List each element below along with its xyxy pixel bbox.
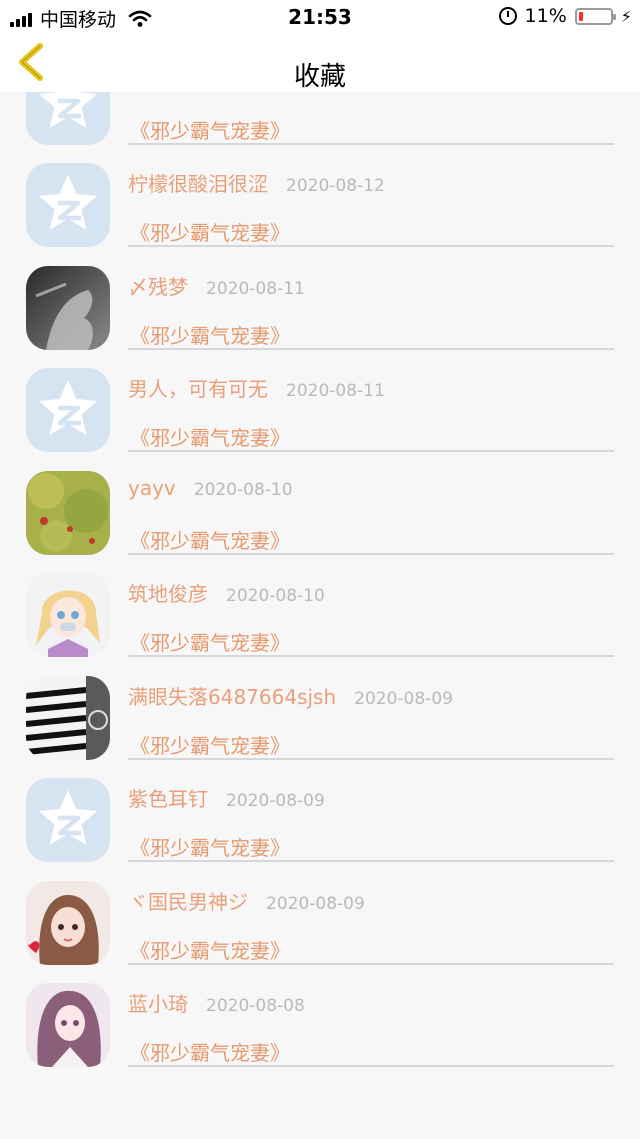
user-name[interactable]: 紫色耳钉 2020-08-09 bbox=[128, 783, 325, 812]
favorite-date: 2020-08-12 bbox=[286, 176, 385, 196]
avatar[interactable] bbox=[26, 368, 110, 452]
user-name[interactable]: 柠檬很酸泪很涩 2020-08-12 bbox=[128, 168, 385, 197]
row-divider bbox=[128, 860, 614, 862]
favorite-date: 2020-08-09 bbox=[354, 688, 453, 709]
list-item[interactable]: 柠檬很酸泪很涩 2020-08-12 《邪少霸气宠妻》 bbox=[0, 163, 640, 265]
list-item[interactable]: ヾ国民男神ジ 2020-08-09 《邪少霸气宠妻》 bbox=[0, 880, 640, 983]
favorite-date: 2020-08-10 bbox=[226, 586, 325, 606]
book-title-link[interactable]: 《邪少霸气宠妻》 bbox=[130, 115, 290, 144]
battery-icon bbox=[574, 7, 616, 25]
book-title-link[interactable]: 《邪少霸气宠妻》 bbox=[130, 217, 290, 246]
list-item[interactable]: 〆残梦 2020-08-11 《邪少霸气宠妻》 bbox=[0, 265, 640, 368]
book-title-link[interactable]: 《邪少霸气宠妻》 bbox=[130, 832, 290, 861]
favorite-date: 2020-08-11 bbox=[286, 381, 385, 401]
favorite-date: 2020-08-09 bbox=[266, 893, 365, 914]
list-item[interactable]: 满眼失落6487664sjsh 2020-08-09 《邪少霸气宠妻》 bbox=[0, 675, 640, 778]
list-item[interactable]: yayv 2020-08-10 《邪少霸气宠妻》 bbox=[0, 470, 640, 573]
list-item[interactable]: 蓝小琦 2020-08-08 《邪少霸气宠妻》 bbox=[0, 983, 640, 1085]
row-divider bbox=[128, 1065, 614, 1067]
avatar[interactable] bbox=[26, 573, 110, 657]
avatar[interactable] bbox=[26, 983, 110, 1067]
status-bar: 中国移动 21:53 11% ⚡ bbox=[0, 0, 640, 36]
row-divider bbox=[128, 142, 614, 145]
user-name[interactable]: 男人，可有可无 2020-08-11 bbox=[128, 373, 385, 402]
favorite-date: 2020-08-08 bbox=[206, 996, 305, 1016]
row-divider bbox=[128, 552, 614, 555]
avatar[interactable] bbox=[26, 675, 110, 760]
alarm-icon bbox=[498, 7, 517, 25]
list-item[interactable]: 筑地俊彦 2020-08-10 《邪少霸气宠妻》 bbox=[0, 573, 640, 675]
user-name[interactable]: 蓝小琦 2020-08-08 bbox=[128, 988, 305, 1017]
avatar[interactable] bbox=[26, 265, 110, 350]
favorite-date: 2020-08-10 bbox=[193, 479, 293, 500]
book-title-link[interactable]: 《邪少霸气宠妻》 bbox=[130, 730, 290, 759]
user-name[interactable]: 筑地俊彦 2020-08-10 bbox=[128, 578, 325, 607]
book-title-link[interactable]: 《邪少霸气宠妻》 bbox=[130, 935, 290, 964]
list-item[interactable]: 紫色耳钉 2020-08-09 《邪少霸气宠妻》 bbox=[0, 778, 640, 880]
favorite-date: 2020-08-09 bbox=[226, 791, 325, 811]
row-divider bbox=[128, 450, 614, 452]
user-name[interactable]: ヾ国民男神ジ 2020-08-09 bbox=[128, 886, 365, 915]
book-title-link[interactable]: 《邪少霸气宠妻》 bbox=[130, 1037, 290, 1066]
avatar[interactable] bbox=[26, 163, 110, 247]
navigation-bar: 收藏 bbox=[0, 36, 640, 92]
user-name[interactable]: 满眼失落6487664sjsh 2020-08-09 bbox=[128, 681, 453, 710]
list-item[interactable]: 男人，可有可无 2020-08-11 《邪少霸气宠妻》 bbox=[0, 368, 640, 470]
avatar[interactable] bbox=[26, 470, 110, 555]
book-title-link[interactable]: 《邪少霸气宠妻》 bbox=[130, 320, 290, 349]
row-divider bbox=[128, 347, 614, 350]
book-title-link[interactable]: 《邪少霸气宠妻》 bbox=[130, 525, 290, 554]
user-name[interactable]: 〆残梦 2020-08-11 bbox=[128, 271, 305, 300]
row-divider bbox=[128, 962, 614, 965]
charging-bolt-icon: ⚡ bbox=[620, 6, 632, 26]
battery-percent: 11% bbox=[524, 5, 567, 27]
book-title-link[interactable]: 《邪少霸气宠妻》 bbox=[130, 627, 290, 656]
row-divider bbox=[128, 245, 614, 247]
book-title-link[interactable]: 《邪少霸气宠妻》 bbox=[130, 422, 290, 451]
user-name[interactable]: yayv 2020-08-10 bbox=[128, 476, 293, 500]
page-title: 收藏 bbox=[293, 62, 346, 92]
row-divider bbox=[128, 655, 614, 657]
avatar[interactable] bbox=[26, 880, 110, 965]
row-divider bbox=[128, 757, 614, 760]
avatar[interactable] bbox=[26, 778, 110, 862]
favorite-date: 2020-08-11 bbox=[206, 278, 305, 299]
